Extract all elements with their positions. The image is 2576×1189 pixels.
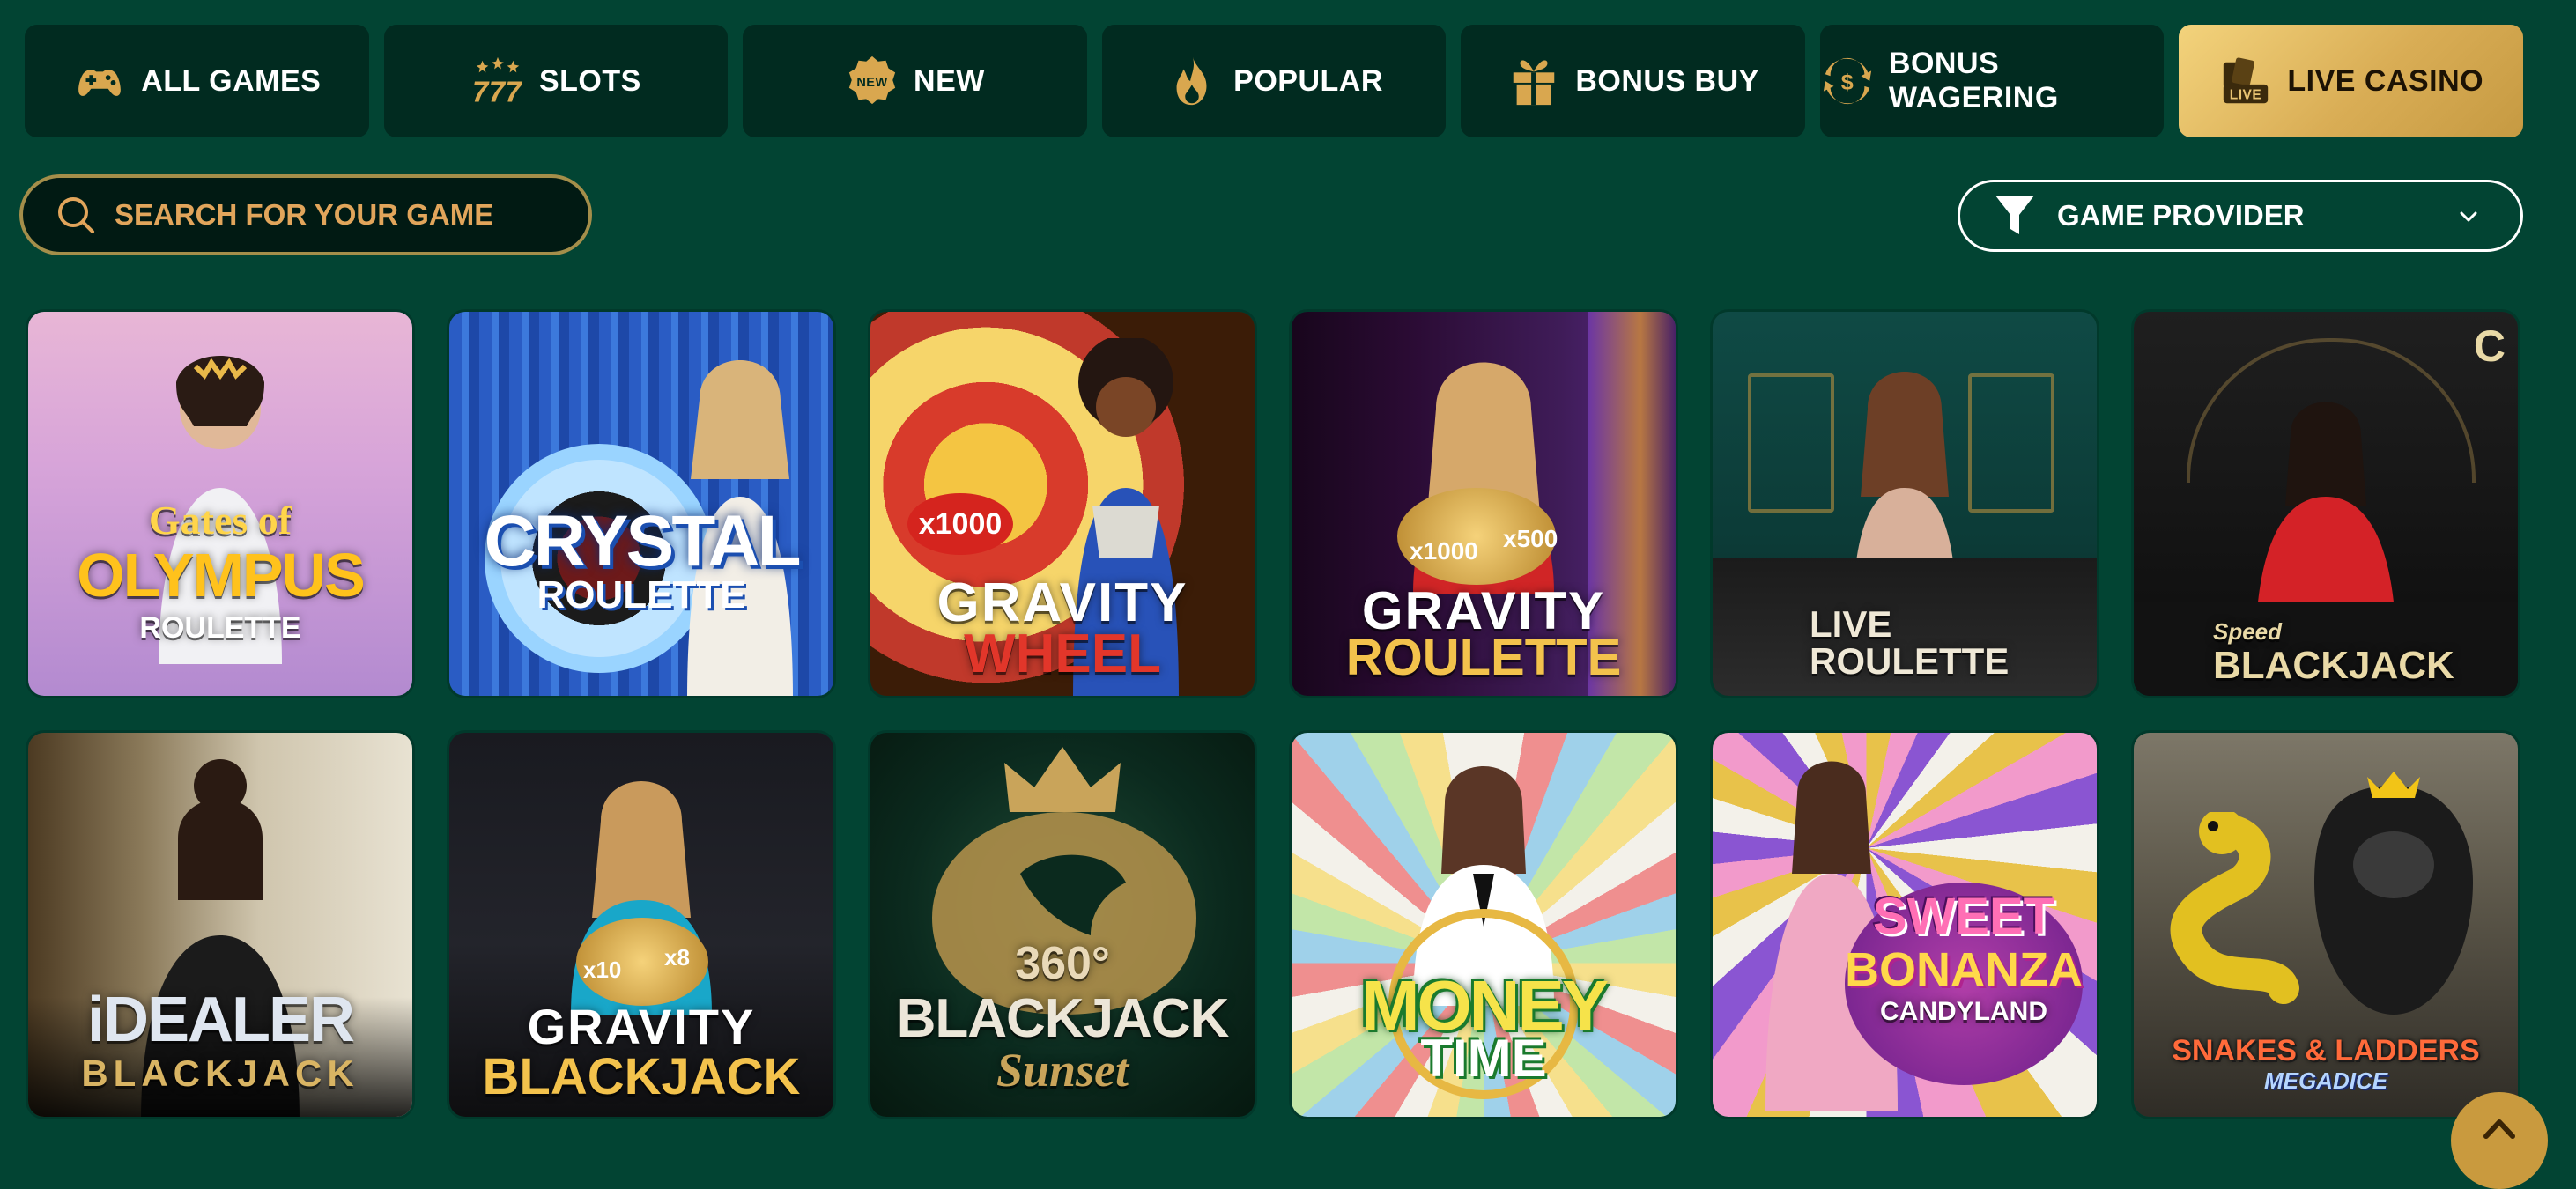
- game-title-line1: iDEALER: [86, 985, 355, 1055]
- provider-logo: C: [2473, 321, 2506, 371]
- game-title-line2: ROULETTE: [537, 573, 746, 617]
- svg-text:NEW: NEW: [856, 76, 887, 90]
- game-title-line2: TIME: [1420, 1029, 1547, 1088]
- tab-slots[interactable]: 777 SLOTS: [383, 25, 729, 137]
- game-title-line2: BONANZA: [1845, 943, 2083, 996]
- tab-label: BONUS BUY: [1575, 63, 1759, 98]
- game-title-line1: Gates of: [148, 498, 292, 543]
- game-card-gravity-wheel[interactable]: x1000 GRAVITY WHEEL: [870, 312, 1255, 696]
- gorilla-image: [2314, 772, 2473, 1015]
- multiplier-badge: x10: [583, 956, 622, 983]
- tab-bonus-buy[interactable]: BONUS BUY: [1461, 25, 1805, 137]
- game-title-line1: GRAVITY: [527, 999, 756, 1054]
- game-title-line1: GRAVITY: [936, 572, 1188, 633]
- search-bar: [19, 174, 592, 255]
- flame-icon: [1165, 54, 1219, 108]
- game-title-line1: 360°: [1015, 938, 1110, 989]
- game-title-line2: BLACKJACK: [896, 988, 1230, 1049]
- game-title-line2: BLACKJACK: [482, 1048, 801, 1105]
- search-input[interactable]: [113, 197, 574, 233]
- game-card-sweet-bonanza-candyland[interactable]: SWEET BONANZA CANDYLAND: [1713, 733, 2097, 1117]
- game-title-line1: SNAKES & LADDERS: [2172, 1034, 2480, 1067]
- game-card-speed-blackjack[interactable]: C Speed BLACKJACK: [2134, 312, 2518, 696]
- game-title-line2: BLACKJACK: [81, 1052, 359, 1094]
- game-card-gravity-roulette[interactable]: x1000 x500 GRAVITY ROULETTE: [1292, 312, 1676, 696]
- game-title-line2: OLYMPUS: [77, 541, 366, 609]
- game-card-idealer-blackjack[interactable]: iDEALER BLACKJACK: [28, 733, 412, 1117]
- game-title-line2: ROULETTE: [1345, 629, 1622, 686]
- gift-icon: [1506, 54, 1561, 108]
- game-title-line2: WHEEL: [964, 624, 1161, 684]
- tab-label: LIVE CASINO: [2287, 63, 2484, 98]
- game-card-gates-of-olympus-roulette[interactable]: Gates of OLYMPUS ROULETTE: [28, 312, 412, 696]
- tab-new[interactable]: NEW NEW: [743, 25, 1087, 137]
- game-title-line3: ROULETTE: [139, 611, 301, 645]
- game-title-line1: CRYSTAL: [484, 501, 801, 581]
- game-card-live-roulette[interactable]: LIVE ROULETTE: [1713, 312, 2097, 696]
- tab-label: NEW: [914, 63, 985, 98]
- dollar-cycle-icon: $: [1820, 54, 1875, 108]
- tab-label: BONUS WAGERING: [1888, 47, 2059, 114]
- snake-image: [2170, 812, 2299, 1004]
- game-title-line2: MEGADICE: [2263, 1067, 2388, 1094]
- tab-label: SLOTS: [538, 63, 641, 98]
- filter-funnel-icon: [1995, 196, 2034, 234]
- game-card-360-blackjack-sunset[interactable]: 360° BLACKJACK Sunset: [870, 733, 1255, 1117]
- chevron-down-icon: [2460, 211, 2477, 222]
- tab-all-games[interactable]: ALL GAMES: [25, 25, 369, 137]
- search-icon: [58, 197, 94, 233]
- game-title-line3: CANDYLAND: [1880, 997, 2047, 1026]
- category-tabs: ALL GAMES 777 SLOTS NEW NEW POPULAR BONU…: [25, 25, 2524, 137]
- multiplier-badge-2: x8: [664, 944, 690, 971]
- tab-label: POPULAR: [1233, 63, 1383, 98]
- scroll-to-top-button[interactable]: [2451, 1092, 2548, 1189]
- game-provider-label: GAME PROVIDER: [2057, 199, 2305, 232]
- multiplier-badge: x1000: [1410, 537, 1478, 565]
- game-card-crystal-roulette[interactable]: CRYSTAL ROULETTE: [449, 312, 833, 696]
- game-title-line1: SWEET: [1872, 888, 2055, 945]
- game-provider-dropdown[interactable]: GAME PROVIDER: [1958, 180, 2523, 252]
- tab-popular[interactable]: POPULAR: [1101, 25, 1447, 137]
- svg-text:$: $: [1841, 70, 1854, 95]
- game-card-money-time[interactable]: MONEY TIME: [1292, 733, 1676, 1117]
- game-title-line1: LIVE: [1810, 603, 1892, 645]
- gamepad-icon: [72, 54, 127, 108]
- game-title-line3: Sunset: [996, 1044, 1129, 1097]
- svg-text:777: 777: [472, 75, 523, 107]
- slots-777-icon: 777: [470, 54, 525, 108]
- game-title-line2: BLACKJACK: [2213, 644, 2454, 687]
- live-cards-icon: LIVE: [2218, 54, 2273, 108]
- game-title-line1: Speed: [2213, 618, 2283, 645]
- game-card-snakes-and-ladders-megadice[interactable]: SNAKES & LADDERS MEGADICE: [2134, 733, 2518, 1117]
- game-card-gravity-blackjack[interactable]: x10 x8 GRAVITY BLACKJACK: [449, 733, 833, 1117]
- new-badge-icon: NEW: [845, 54, 899, 108]
- tab-label: ALL GAMES: [141, 63, 322, 98]
- multiplier-badge: x1000: [907, 493, 1013, 555]
- tab-bonus-wagering[interactable]: $ BONUS WAGERING: [1819, 25, 2165, 137]
- game-title-line2: ROULETTE: [1810, 640, 2010, 682]
- multiplier-badge-2: x500: [1503, 525, 1558, 552]
- tab-live-casino[interactable]: LIVE LIVE CASINO: [2179, 25, 2524, 137]
- chevron-up-icon: [2483, 1119, 2515, 1139]
- svg-text:LIVE: LIVE: [2230, 87, 2261, 102]
